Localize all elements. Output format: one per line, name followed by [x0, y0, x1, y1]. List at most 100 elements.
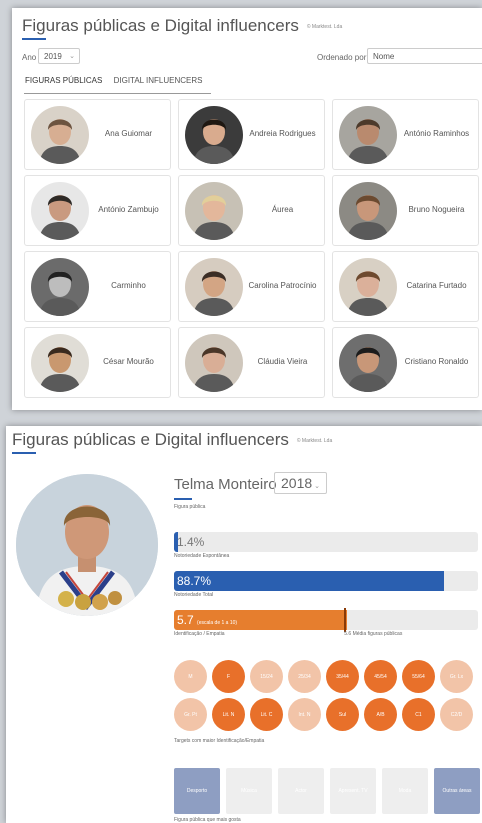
figure-card[interactable]: António Raminhos	[332, 99, 479, 170]
figure-card[interactable]: Carminho	[24, 251, 171, 322]
figure-card[interactable]: César Mourão	[24, 327, 171, 398]
avatar	[339, 106, 397, 164]
portrait-illustration	[339, 182, 397, 240]
order-label: Ordenado por	[317, 53, 367, 62]
avatar	[185, 334, 243, 392]
year-select-value: 2019	[44, 52, 62, 61]
interest-area-tile[interactable]: Música	[226, 768, 272, 814]
panel-title-text: Figuras públicas e Digital influencers	[22, 16, 299, 35]
figure-card[interactable]: Carolina Patrocínio	[178, 251, 325, 322]
target-circle: A/B	[364, 698, 397, 731]
target-circle: 45/54	[364, 660, 397, 693]
avatar	[339, 334, 397, 392]
figure-card[interactable]: Cláudia Vieira	[178, 327, 325, 398]
target-circle: Sul	[326, 698, 359, 731]
figure-name: Cláudia Vieira	[257, 357, 308, 367]
target-circle: C1	[402, 698, 435, 731]
figure-name: Cristiano Ronaldo	[404, 357, 469, 367]
avatar	[339, 258, 397, 316]
portrait-illustration	[31, 334, 89, 392]
identification-bar: 5.7 (escala de 1 a 10)	[174, 608, 478, 632]
target-circle: M	[174, 660, 207, 693]
total-awareness-fill	[174, 571, 444, 591]
figure-name: Áurea	[271, 205, 294, 215]
target-circle: Gr. Lx	[440, 660, 473, 693]
figure-card[interactable]: Catarina Furtado	[332, 251, 479, 322]
panel-title-text: Figuras públicas e Digital influencers	[12, 430, 289, 449]
order-select-value: Nome	[373, 52, 395, 61]
category-tabs: FIGURAS PÚBLICAS DIGITAL INFLUENCERS	[24, 74, 211, 94]
identification-scale-note: (escala de 1 a 10)	[197, 620, 238, 626]
identification-label: Identificação / Empatia	[174, 631, 225, 637]
total-awareness-bar: 88.7%	[174, 571, 478, 591]
figure-name: Carolina Patrocínio	[248, 281, 317, 291]
portrait-illustration	[185, 258, 243, 316]
figure-card[interactable]: Áurea	[178, 175, 325, 246]
interest-area-tile[interactable]: Apresent. TV	[330, 768, 376, 814]
detail-year-value: 2018	[281, 475, 313, 491]
public-figures-list-panel: Figuras públicas e Digital influencers © …	[12, 8, 482, 410]
average-marker	[344, 608, 347, 632]
title-credit: © Marktest. Lda	[306, 23, 343, 30]
figure-name: António Raminhos	[403, 129, 470, 139]
targets-caption: Targets com maior Identificação/Empatia	[174, 738, 265, 744]
interest-area-tile[interactable]: Outras áreas	[434, 768, 480, 814]
identification-value: 5.7 (escala de 1 a 10)	[177, 613, 237, 627]
profile-photo	[16, 474, 158, 616]
figure-name: Carminho	[111, 281, 146, 291]
avatar	[31, 258, 89, 316]
average-label: 5.6 Média figuras públicas	[344, 631, 403, 637]
tab-public-figures[interactable]: FIGURAS PÚBLICAS	[24, 74, 106, 90]
interest-area-tile[interactable]: Moda	[382, 768, 428, 814]
year-select[interactable]: 2019 ⌄	[38, 48, 80, 64]
figure-card[interactable]: António Zambujo	[24, 175, 171, 246]
spontaneous-awareness-label: Notoriedade Espontânea	[174, 553, 230, 559]
chevron-down-icon: ⌄	[69, 53, 75, 60]
tab-digital-influencers[interactable]: DIGITAL INFLUENCERS	[113, 74, 207, 90]
list-controls: Ano 2019 ⌄ Ordenado por Nome ⌄	[22, 48, 482, 66]
spontaneous-awareness-bar: 1.4%	[174, 532, 478, 552]
identification-score: 5.7	[177, 613, 194, 627]
total-awareness-value: 88.7%	[177, 574, 212, 588]
portrait-illustration	[31, 182, 89, 240]
portrait-illustration	[185, 106, 243, 164]
title-underline	[22, 38, 46, 40]
profile-photo-illustration	[16, 474, 158, 616]
panel-title: Figuras públicas e Digital influencers © …	[22, 16, 342, 36]
figure-card[interactable]: Cristiano Ronaldo	[332, 327, 479, 398]
title-credit: © Marktest. Lda	[296, 437, 333, 444]
figure-name: António Zambujo	[98, 205, 159, 215]
subtitle-underline	[174, 498, 192, 500]
detail-year-select[interactable]: 2018 ⌄	[274, 472, 328, 494]
portrait-illustration	[339, 106, 397, 164]
target-circle: Int. N	[288, 698, 321, 731]
order-select[interactable]: Nome ⌄	[367, 48, 482, 64]
avatar	[185, 182, 243, 240]
portrait-illustration	[339, 258, 397, 316]
figure-detail-panel: Figuras públicas e Digital influencers © …	[6, 426, 482, 823]
figure-name: Ana Guiomar	[104, 129, 153, 139]
figure-card[interactable]: Andreia Rodrigues	[178, 99, 325, 170]
figure-card[interactable]: Ana Guiomar	[24, 99, 171, 170]
figure-card[interactable]: Bruno Nogueira	[332, 175, 479, 246]
interest-area-tile[interactable]: Actor	[278, 768, 324, 814]
portrait-illustration	[31, 258, 89, 316]
avatar	[31, 182, 89, 240]
target-circle: Lit. N	[212, 698, 245, 731]
target-circle: F	[212, 660, 245, 693]
target-circle: 15/24	[250, 660, 283, 693]
avatar	[339, 182, 397, 240]
target-circle: Gr. Pt	[174, 698, 207, 731]
person-category: Figura pública	[174, 504, 206, 510]
figure-name: Andreia Rodrigues	[249, 129, 316, 139]
avatar	[31, 334, 89, 392]
interest-area-tile[interactable]: Desporto	[174, 768, 220, 814]
portrait-illustration	[185, 182, 243, 240]
figure-name: César Mourão	[103, 357, 154, 367]
target-circle: 25/34	[288, 660, 321, 693]
avatar	[185, 106, 243, 164]
total-awareness-label: Notoriedade Total	[174, 592, 214, 598]
areas-caption: Figura pública que mais gosta	[174, 817, 241, 823]
avatar	[31, 106, 89, 164]
target-circle: C2/D	[440, 698, 473, 731]
